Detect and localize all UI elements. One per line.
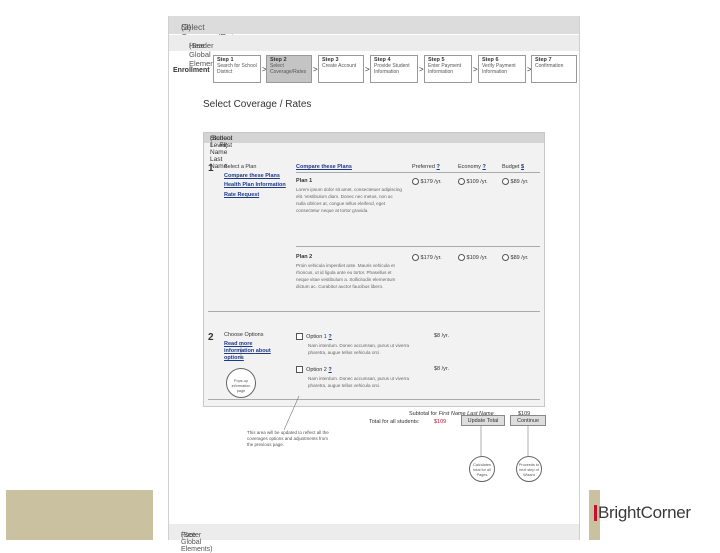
info-popup-callout: Pops-up information page — [226, 368, 256, 398]
footer-band: Footer (See Global Elements) — [169, 524, 579, 553]
decorative-tan-block — [6, 490, 153, 540]
continue-callout: Proceeds to next step of Wizard — [516, 456, 542, 482]
brand-mark-icon — [594, 505, 597, 521]
annotation-lines — [240, 344, 529, 456]
wireframe-sheet: Select Coverage/Rates (3) Header (See Gl… — [168, 16, 580, 553]
update-total-callout: Calculates total for all Pages — [469, 456, 495, 482]
annotation-line — [283, 395, 300, 431]
brand-logo: BrightCorner — [598, 503, 691, 522]
coverage-note: This area will be updated to reflect all… — [247, 430, 331, 448]
